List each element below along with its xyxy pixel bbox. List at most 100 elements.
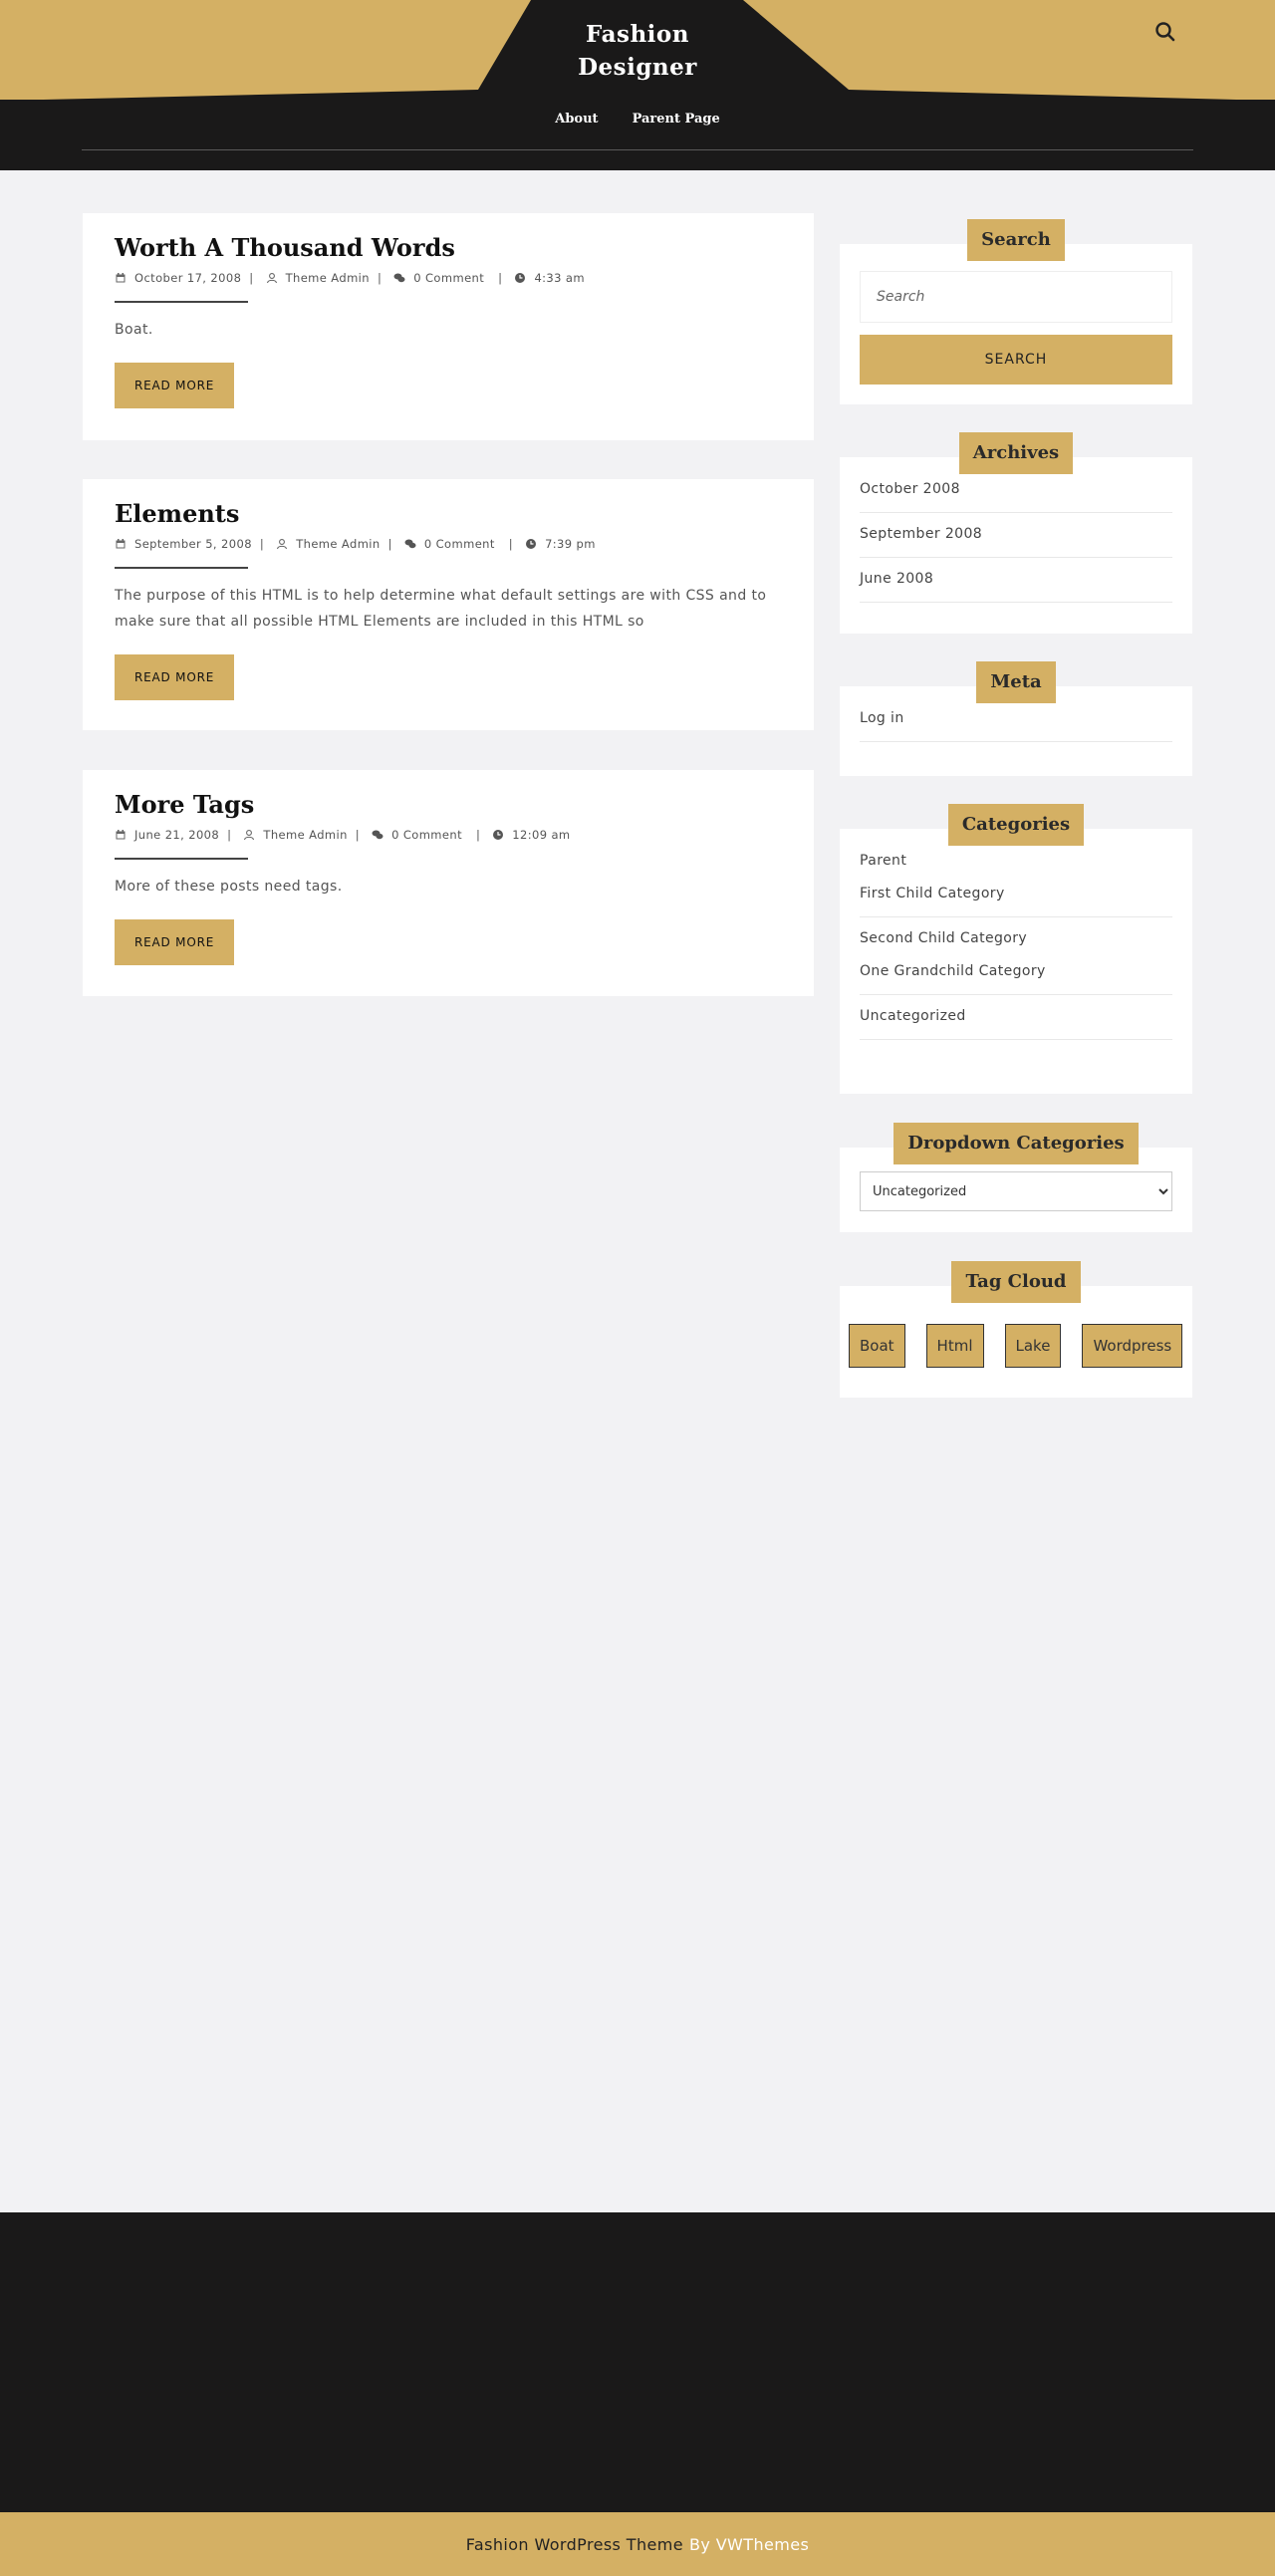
post-time-text: 12:09 am	[512, 828, 571, 842]
tag-cloud-widget: Tag Cloud Boat Html Lake Wordpress	[840, 1261, 1192, 1398]
post-title[interactable]: Worth A Thousand Words	[115, 233, 782, 263]
copyright-text: Fashion WordPress Theme	[465, 2534, 683, 2554]
calendar-icon	[116, 273, 126, 283]
nav-link-parent-page[interactable]: Parent Page	[633, 112, 720, 127]
post-date: September 5, 2008	[115, 537, 252, 551]
site-footer	[0, 2212, 1275, 2512]
post-date-text[interactable]: September 5, 2008	[134, 537, 252, 551]
meta-separator: |	[249, 271, 254, 285]
site-header: Fashion Designer About Parent Page	[0, 0, 1275, 170]
main-navigation: About Parent Page	[0, 112, 1275, 127]
calendar-icon	[116, 830, 126, 840]
post-comments: 0 Comment	[393, 271, 484, 285]
post-time-text: 4:33 am	[534, 271, 585, 285]
post-author: Theme Admin	[243, 828, 347, 842]
post-divider	[115, 567, 248, 569]
nav-link-about[interactable]: About	[555, 112, 598, 127]
category-dropdown[interactable]: Uncategorized	[860, 1171, 1172, 1211]
post-author: Theme Admin	[276, 537, 380, 551]
post-time: 7:39 pm	[525, 537, 596, 551]
post-author-text[interactable]: Theme Admin	[286, 271, 370, 285]
tag-link[interactable]: Lake	[1004, 1324, 1062, 1368]
post-author-text[interactable]: Theme Admin	[296, 537, 380, 551]
read-more-button[interactable]: READ MORE	[115, 363, 235, 408]
post-card: Elements September 5, 2008 | Theme Admin…	[83, 479, 814, 730]
archives-widget: Archives October 2008 September 2008 Jun…	[840, 432, 1192, 634]
post-date-text[interactable]: June 21, 2008	[134, 828, 219, 842]
post-title[interactable]: More Tags	[115, 790, 782, 820]
archive-link[interactable]: October 2008	[860, 479, 1172, 513]
post-title[interactable]: Elements	[115, 499, 782, 529]
credit-link[interactable]: By VWThemes	[689, 2535, 809, 2554]
categories-list: Parent First Child Category Second Child…	[860, 851, 1172, 1040]
tag-link[interactable]: Wordpress	[1082, 1324, 1183, 1368]
post-date: October 17, 2008	[115, 271, 241, 285]
post-author-text[interactable]: Theme Admin	[263, 828, 347, 842]
category-link[interactable]: Uncategorized	[860, 1006, 1172, 1040]
clock-icon	[526, 539, 537, 549]
post-divider	[115, 301, 248, 303]
comments-icon	[393, 273, 405, 283]
login-link[interactable]: Log in	[860, 708, 1172, 742]
category-link[interactable]: Second Child Category	[860, 928, 1172, 948]
calendar-icon	[116, 539, 126, 549]
post-card: More Tags June 21, 2008 | Theme Admin | …	[83, 770, 814, 996]
widget-title-meta: Meta	[976, 661, 1056, 703]
clock-icon	[493, 830, 504, 840]
post-comments-text[interactable]: 0 Comment	[413, 271, 484, 285]
search-input[interactable]	[860, 271, 1172, 323]
copyright-bar: Fashion WordPress Theme By VWThemes	[0, 2512, 1275, 2576]
meta-separator: |	[508, 537, 514, 551]
post-meta: June 21, 2008 | Theme Admin | 0 Comment …	[115, 828, 782, 842]
category-link[interactable]: One Grandchild Category	[860, 961, 1172, 995]
post-comments-text[interactable]: 0 Comment	[391, 828, 462, 842]
comments-icon	[372, 830, 383, 840]
site-title[interactable]: Fashion Designer	[538, 18, 737, 84]
post-time: 12:09 am	[492, 828, 570, 842]
read-more-button[interactable]: READ MORE	[115, 654, 235, 700]
site-title-line-1: Fashion	[586, 21, 689, 48]
user-icon	[266, 273, 277, 284]
read-more-button[interactable]: READ MORE	[115, 919, 235, 965]
archive-link[interactable]: September 2008	[860, 524, 1172, 558]
post-time: 4:33 am	[514, 271, 585, 285]
meta-widget: Meta Log in	[840, 661, 1192, 776]
category-link[interactable]: First Child Category	[860, 884, 1172, 917]
meta-separator: |	[259, 537, 265, 551]
meta-separator: |	[355, 828, 361, 842]
meta-separator: |	[475, 828, 481, 842]
post-card: Worth A Thousand Words October 17, 2008 …	[83, 213, 814, 440]
archive-link[interactable]: June 2008	[860, 569, 1172, 603]
meta-separator: |	[227, 828, 232, 842]
category-link[interactable]: Parent	[860, 851, 1172, 871]
clock-icon	[515, 273, 526, 283]
widget-title-dropdown-categories: Dropdown Categories	[893, 1123, 1139, 1164]
post-date-text[interactable]: October 17, 2008	[134, 271, 241, 285]
post-excerpt: The purpose of this HTML is to help dete…	[115, 588, 767, 630]
post-meta: September 5, 2008 | Theme Admin | 0 Comm…	[115, 537, 782, 551]
post-excerpt: More of these posts need tags.	[115, 879, 343, 895]
widget-title-categories: Categories	[947, 804, 1085, 846]
search-widget: Search SEARCH	[840, 219, 1192, 404]
meta-list: Log in	[860, 708, 1172, 742]
archives-list: October 2008 September 2008 June 2008	[860, 479, 1172, 603]
tag-link[interactable]: Html	[925, 1324, 984, 1368]
post-comments-text[interactable]: 0 Comment	[424, 537, 495, 551]
nav-divider	[82, 149, 1193, 150]
widget-title-tag-cloud: Tag Cloud	[951, 1261, 1081, 1303]
meta-separator: |	[498, 271, 503, 285]
search-button[interactable]: SEARCH	[860, 335, 1172, 385]
categories-widget: Categories Parent First Child Category S…	[840, 804, 1192, 1094]
dropdown-categories-widget: Dropdown Categories Uncategorized	[840, 1123, 1192, 1232]
comments-icon	[404, 539, 416, 549]
post-author: Theme Admin	[266, 271, 370, 285]
post-date: June 21, 2008	[115, 828, 219, 842]
post-time-text: 7:39 pm	[545, 537, 596, 551]
search-icon[interactable]	[1153, 20, 1177, 44]
tag-link[interactable]: Boat	[849, 1324, 905, 1368]
widget-title-archives: Archives	[958, 432, 1074, 474]
meta-separator: |	[387, 537, 392, 551]
user-icon	[244, 830, 255, 841]
post-comments: 0 Comment	[404, 537, 495, 551]
user-icon	[277, 539, 288, 550]
